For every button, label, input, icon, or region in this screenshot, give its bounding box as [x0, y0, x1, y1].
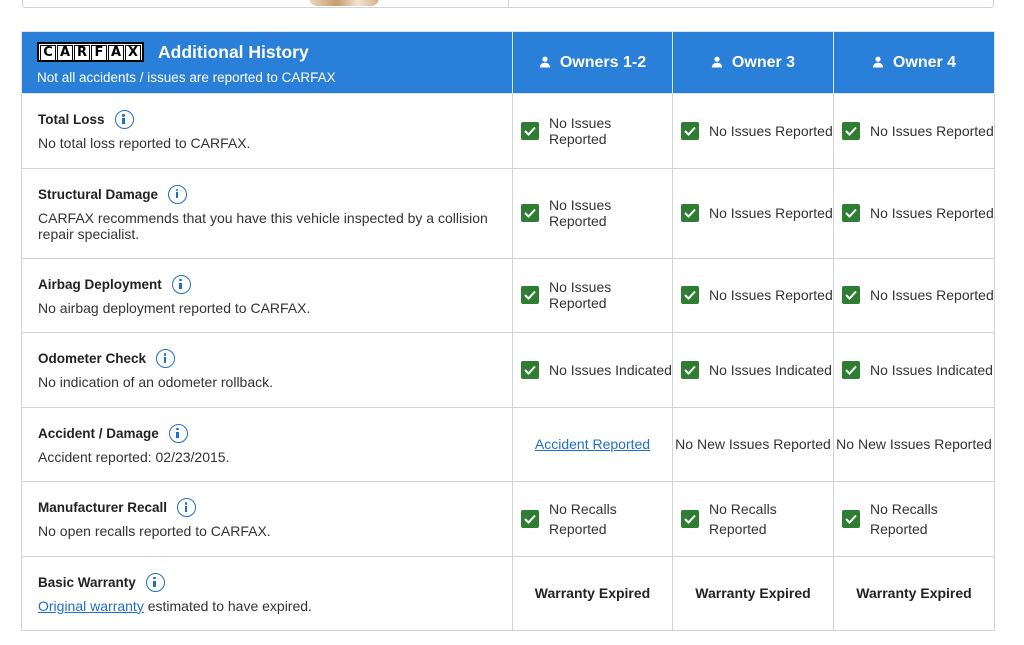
person-icon [872, 56, 884, 67]
row-label-cell: Odometer Check No indication of an odome… [21, 332, 513, 408]
row-title: Odometer Check [38, 351, 147, 367]
row-label-cell: Airbag Deployment No airbag deployment r… [21, 257, 513, 333]
vehicle-photo-peek [309, 0, 379, 6]
info-icon[interactable] [168, 184, 188, 204]
status-cell: No Issues Reported [833, 167, 995, 259]
row-label-cell: Structural Damage CARFAX recommends that… [21, 167, 513, 259]
person-icon [711, 56, 723, 67]
check-icon [842, 360, 860, 379]
check-icon [681, 360, 699, 379]
status-cell: Accident Reported [512, 406, 673, 482]
row-description: No indication of an odometer rollback. [38, 374, 274, 391]
info-icon[interactable] [168, 423, 188, 443]
check-icon [842, 204, 860, 222]
info-icon[interactable] [114, 110, 134, 130]
warranty-status-cell: Warranty Expired [512, 555, 673, 631]
original-warranty-link[interactable]: Original warranty [38, 598, 144, 614]
info-icon[interactable] [177, 498, 197, 518]
owner-column-header: Owner 4 [833, 31, 995, 94]
row-description: No total loss reported to CARFAX. [38, 135, 251, 152]
row-description: Original warranty estimated to have expi… [38, 597, 312, 614]
row-description: CARFAX recommends that you have this veh… [38, 209, 488, 242]
section-title: Additional History [158, 41, 309, 62]
check-icon [521, 509, 539, 528]
table-row: Structural Damage CARFAX recommends that… [21, 167, 995, 259]
table-row: Manufacturer Recall No open recalls repo… [21, 481, 995, 557]
table-row: Odometer Check No indication of an odome… [21, 332, 995, 408]
check-icon [681, 204, 699, 222]
row-title: Manufacturer Recall [38, 500, 168, 516]
row-description: Accident reported: 02/23/2015. [38, 448, 230, 465]
check-icon [521, 121, 539, 140]
warranty-status-cell: Warranty Expired [833, 555, 995, 631]
row-label-cell: Accident / Damage Accident reported: 02/… [21, 406, 513, 482]
status-cell: No Recalls Reported [672, 481, 834, 557]
info-icon[interactable] [156, 349, 176, 369]
row-description: No open recalls reported to CARFAX. [38, 523, 271, 540]
info-icon[interactable] [171, 274, 191, 294]
owner-column-header: Owner 3 [672, 31, 834, 94]
warranty-status-cell: Warranty Expired [672, 555, 834, 631]
table-row: Accident / Damage Accident reported: 02/… [21, 406, 995, 482]
person-icon [539, 56, 551, 67]
row-title: Structural Damage [38, 186, 159, 202]
header-title-cell: C A R F A X Additional History Not all a… [21, 31, 513, 94]
status-cell: No Issues Indicated [512, 332, 673, 408]
status-cell: No Recalls Reported [512, 481, 673, 557]
row-description: No airbag deployment reported to CARFAX. [38, 299, 311, 316]
status-cell: No Issues Reported [833, 257, 995, 333]
additional-history-table: C A R F A X Additional History Not all a… [21, 31, 995, 631]
table-header-row: C A R F A X Additional History Not all a… [21, 31, 995, 94]
status-cell: No Issues Reported [672, 167, 834, 259]
previous-section-edge [22, 0, 994, 8]
accident-reported-link[interactable]: Accident Reported [535, 436, 650, 452]
check-icon [681, 121, 699, 140]
status-cell: No New Issues Reported [672, 406, 834, 482]
status-cell: No Issues Indicated [833, 332, 995, 408]
check-icon [681, 286, 699, 305]
status-cell: No Issues Reported [672, 93, 834, 169]
status-cell: No Recalls Reported [833, 481, 995, 557]
row-title: Accident / Damage [38, 425, 159, 441]
row-title: Basic Warranty [38, 574, 136, 590]
carfax-logo: C A R F A X [37, 42, 144, 62]
status-cell: No Issues Reported [512, 167, 673, 259]
status-cell: No New Issues Reported [833, 406, 995, 482]
table-row: Total Loss No total loss reported to CAR… [21, 93, 995, 169]
row-label-cell: Manufacturer Recall No open recalls repo… [21, 481, 513, 557]
status-cell: No Issues Reported [512, 257, 673, 333]
section-subtitle: Not all accidents / issues are reported … [37, 70, 336, 85]
status-cell: No Issues Reported [512, 93, 673, 169]
check-icon [681, 509, 699, 528]
row-label-cell: Total Loss No total loss reported to CAR… [21, 93, 513, 169]
check-icon [521, 286, 539, 305]
check-icon [842, 509, 860, 528]
table-row: Basic Warranty Original warranty estimat… [21, 555, 995, 631]
info-icon[interactable] [145, 572, 165, 592]
check-icon [842, 121, 860, 140]
status-cell: No Issues Indicated [672, 332, 834, 408]
table-row: Airbag Deployment No airbag deployment r… [21, 257, 995, 333]
status-cell: No Issues Reported [672, 257, 834, 333]
status-cell: No Issues Reported [833, 93, 995, 169]
check-icon [521, 360, 539, 379]
check-icon [521, 204, 539, 222]
row-title: Airbag Deployment [38, 276, 162, 292]
check-icon [842, 286, 860, 305]
row-title: Total Loss [38, 112, 105, 128]
row-label-cell: Basic Warranty Original warranty estimat… [21, 555, 513, 631]
owner-column-header: Owners 1-2 [512, 31, 673, 94]
